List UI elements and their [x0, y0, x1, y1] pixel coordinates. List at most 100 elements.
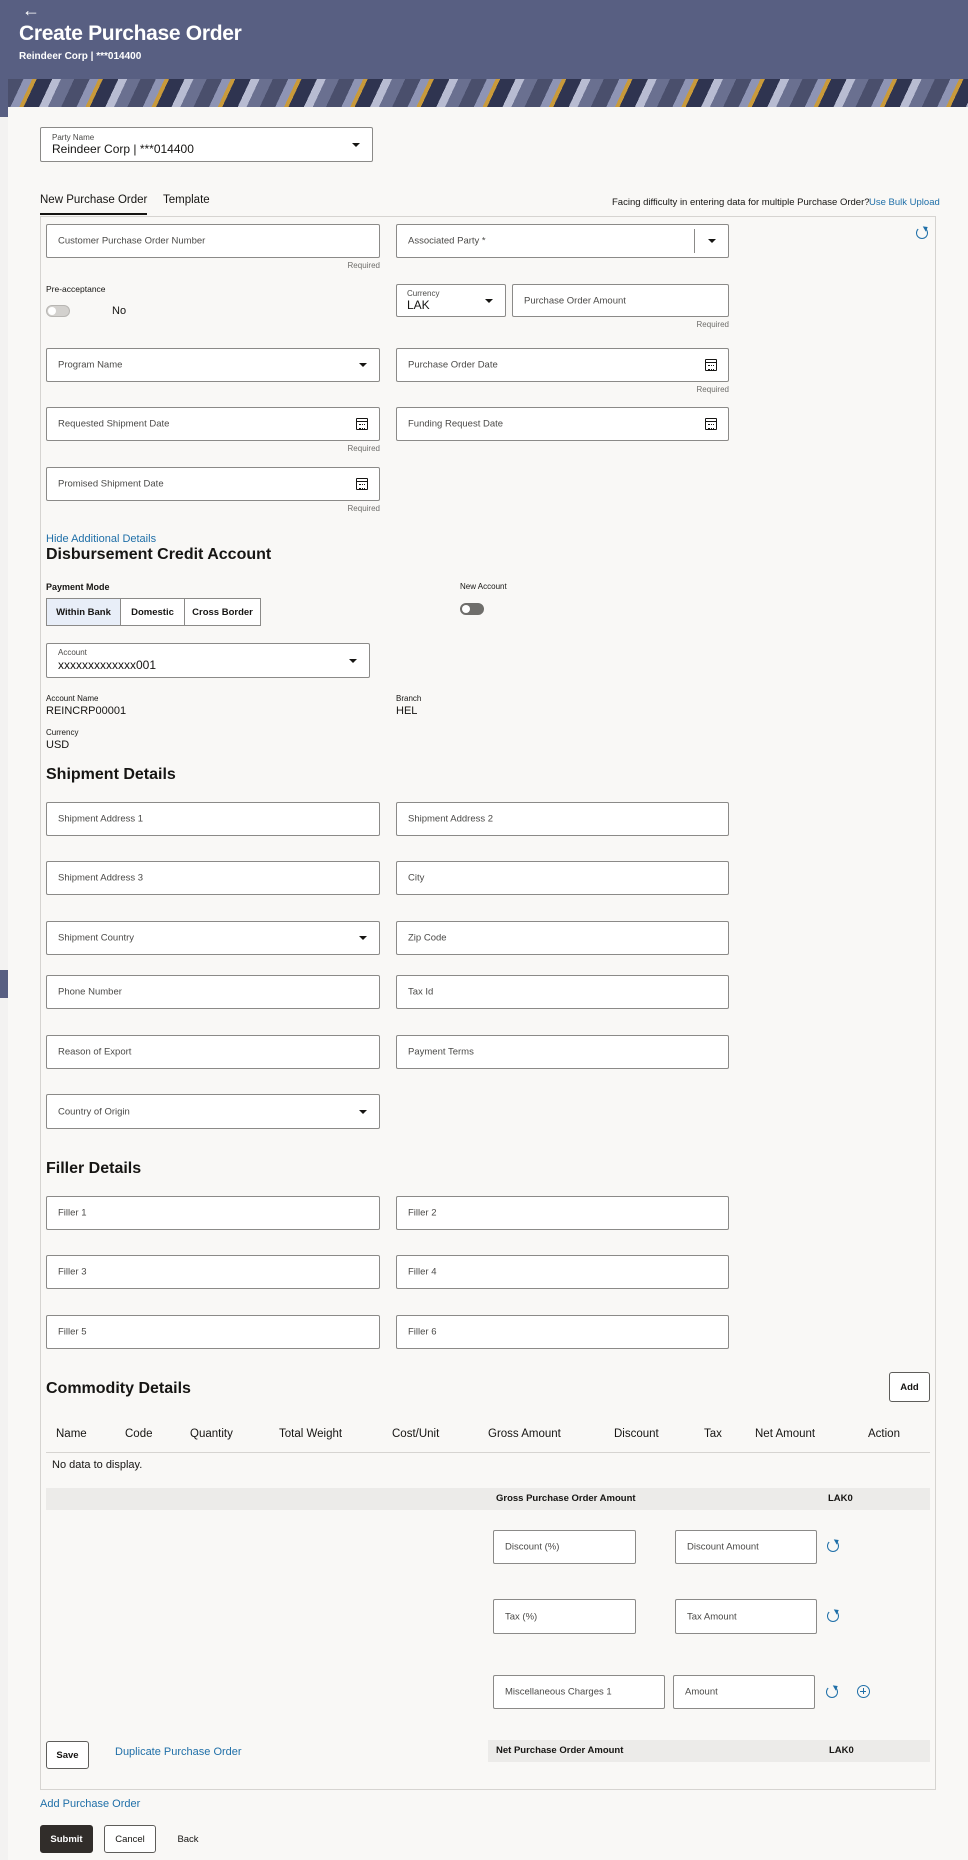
filler-3-input[interactable]: Filler 3	[46, 1255, 380, 1289]
left-strip	[0, 79, 8, 117]
chevron-down-icon	[485, 298, 493, 303]
divider	[694, 229, 695, 253]
save-button[interactable]: Save	[46, 1741, 89, 1769]
field-label: Miscellaneous Charges 1	[505, 1686, 612, 1698]
po-amount-label: Purchase Order Amount	[524, 295, 626, 306]
program-name-label: Program Name	[58, 359, 123, 371]
filler-1-input[interactable]: Filler 1	[46, 1196, 380, 1230]
calendar-icon[interactable]	[356, 418, 368, 430]
submit-button[interactable]: Submit	[40, 1825, 93, 1853]
pre-acceptance-value: No	[112, 305, 127, 317]
field-label: Filler 3	[58, 1266, 87, 1278]
city-input[interactable]: City	[396, 861, 729, 895]
filler-2-input[interactable]: Filler 2	[396, 1196, 729, 1230]
field-label: Shipment Country	[58, 932, 135, 944]
discount-amount-input[interactable]: Discount Amount	[675, 1530, 817, 1564]
funding-request-date-input[interactable]: Funding Request Date	[396, 407, 729, 441]
bulk-upload-link[interactable]: Use Bulk Upload	[869, 197, 940, 208]
tab-template[interactable]: Template	[163, 194, 210, 206]
field-label: Zip Code	[408, 932, 447, 944]
required-hint: Required	[696, 320, 729, 329]
cancel-button[interactable]: Cancel	[104, 1825, 156, 1853]
column-header: Tax	[704, 1428, 722, 1440]
field-label: Filler 4	[408, 1266, 437, 1278]
chevron-down-icon	[359, 363, 367, 367]
payment-terms-input[interactable]: Payment Terms	[396, 1035, 729, 1069]
chevron-down-icon	[359, 1109, 367, 1114]
account-currency-value: USD	[46, 739, 70, 751]
shipment-address-3-input[interactable]: Shipment Address 3	[46, 861, 380, 895]
calendar-icon[interactable]	[705, 359, 717, 371]
field-label: Filler 6	[408, 1326, 437, 1338]
customer-po-number-input[interactable]: Customer Purchase Order Number	[46, 224, 380, 258]
phone-number-input[interactable]: Phone Number	[46, 975, 380, 1009]
shipment-address-1-input[interactable]: Shipment Address 1	[46, 802, 380, 836]
account-select[interactable]: Account xxxxxxxxxxxxx001	[46, 643, 370, 678]
payment-mode-domestic[interactable]: Domestic	[120, 598, 185, 626]
shipment-title: Shipment Details	[46, 766, 176, 783]
tax-amount-input[interactable]: Tax Amount	[675, 1599, 817, 1634]
chevron-down-icon	[708, 239, 716, 243]
add-commodity-button[interactable]: Add	[889, 1372, 930, 1402]
new-account-toggle[interactable]	[460, 603, 484, 615]
add-charge-icon[interactable]	[857, 1685, 870, 1698]
field-label: Shipment Address 3	[58, 872, 144, 884]
column-header: Quantity	[190, 1428, 233, 1440]
refresh-icon[interactable]	[826, 1686, 838, 1698]
calendar-icon[interactable]	[356, 478, 368, 490]
tab-new-purchase-order[interactable]: New Purchase Order	[40, 194, 148, 215]
tax-percent-input[interactable]: Tax (%)	[493, 1599, 636, 1634]
field-label: Filler 5	[58, 1326, 87, 1338]
party-name-value: Reindeer Corp | ***014400	[52, 142, 194, 156]
account-currency-label: Currency	[46, 728, 79, 737]
requested-shipment-date-input[interactable]: Requested Shipment Date	[46, 407, 380, 441]
program-name-select[interactable]: Program Name	[46, 348, 380, 382]
shipment-address-2-input[interactable]: Shipment Address 2	[396, 802, 729, 836]
field-label: Discount Amount	[687, 1541, 759, 1553]
filler-4-input[interactable]: Filler 4	[396, 1255, 729, 1289]
header-banner	[8, 79, 968, 107]
discount-percent-input[interactable]: Discount (%)	[493, 1530, 636, 1564]
duplicate-po-link[interactable]: Duplicate Purchase Order	[115, 1746, 242, 1758]
filler-5-input[interactable]: Filler 5	[46, 1315, 380, 1349]
refresh-icon[interactable]	[827, 1610, 839, 1622]
customer-po-number-label: Customer Purchase Order Number	[58, 235, 206, 247]
back-button[interactable]: Back	[168, 1825, 208, 1853]
bulk-upload-hint: Facing difficulty in entering data for m…	[612, 197, 870, 208]
column-header: Name	[56, 1428, 87, 1440]
hide-additional-details-link[interactable]: Hide Additional Details	[46, 533, 156, 545]
column-header: Code	[125, 1428, 153, 1440]
po-amount-input[interactable]: Purchase Order Amount	[512, 284, 729, 317]
branch-value: HEL	[396, 705, 418, 717]
account-value: xxxxxxxxxxxxx001	[58, 658, 157, 672]
side-panel-handle[interactable]	[0, 970, 8, 998]
tax-id-input[interactable]: Tax Id	[396, 975, 729, 1009]
reason-of-export-input[interactable]: Reason of Export	[46, 1035, 380, 1069]
party-name-select[interactable]: Party Name Reindeer Corp | ***014400	[40, 127, 373, 162]
currency-select[interactable]: Currency LAK	[396, 284, 506, 317]
account-name-value: REINCRP00001	[46, 705, 127, 717]
arrow-left-icon[interactable]: ←	[22, 1, 40, 19]
country-of-origin-select[interactable]: Country of Origin	[46, 1094, 380, 1129]
pre-acceptance-toggle[interactable]	[46, 305, 70, 317]
misc-charges-input[interactable]: Miscellaneous Charges 1	[493, 1675, 665, 1709]
shipment-country-select[interactable]: Shipment Country	[46, 921, 380, 955]
payment-mode-cross-border[interactable]: Cross Border	[184, 598, 261, 626]
po-date-label: Purchase Order Date	[408, 359, 498, 371]
refresh-icon[interactable]	[916, 227, 928, 239]
disbursement-title: Disbursement Credit Account	[46, 546, 272, 563]
column-header: Gross Amount	[488, 1428, 561, 1440]
zip-code-input[interactable]: Zip Code	[396, 921, 729, 955]
associated-party-select[interactable]: Associated Party *	[396, 224, 729, 258]
promised-shipment-date-input[interactable]: Promised Shipment Date	[46, 467, 380, 501]
payment-mode-within-bank[interactable]: Within Bank	[46, 598, 121, 626]
pre-acceptance-label: Pre-acceptance	[46, 284, 106, 294]
misc-amount-input[interactable]: Amount	[673, 1675, 815, 1709]
field-label: Filler 1	[58, 1207, 87, 1219]
refresh-icon[interactable]	[827, 1540, 839, 1552]
po-date-input[interactable]: Purchase Order Date	[396, 348, 729, 382]
calendar-icon[interactable]	[705, 418, 717, 430]
filler-6-input[interactable]: Filler 6	[396, 1315, 729, 1349]
column-header: Action	[868, 1428, 900, 1440]
add-purchase-order-link[interactable]: Add Purchase Order	[40, 1798, 140, 1810]
